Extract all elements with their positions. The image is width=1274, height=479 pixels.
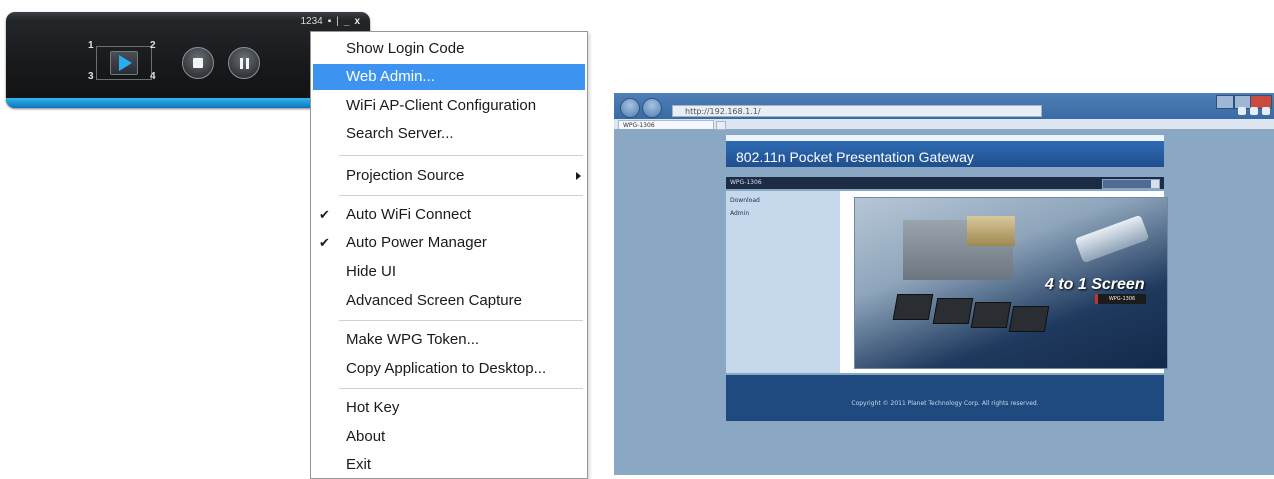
stop-button[interactable] (182, 47, 214, 79)
menu-item-label: Search Server... (346, 125, 454, 142)
laptop-graphic (892, 294, 934, 320)
favorites-icon[interactable] (1250, 107, 1258, 115)
quadrant-1-label[interactable]: 1 (88, 40, 94, 51)
minimize-button[interactable]: _ (344, 16, 350, 27)
close-button[interactable]: x (354, 16, 360, 27)
menu-separator (339, 388, 583, 389)
device-name: WPG-1306 (730, 179, 762, 186)
browser-toolbar-icons (1238, 107, 1270, 115)
pin-icon[interactable]: ▪ (328, 16, 332, 27)
menu-item-advanced-screen-capture[interactable]: Advanced Screen Capture (313, 288, 585, 314)
new-tab-button[interactable] (716, 121, 726, 130)
address-bar[interactable]: http://192.168.1.1/ (672, 105, 1042, 117)
browser-tab[interactable]: WPG-1306 (618, 120, 714, 129)
stop-icon (193, 58, 203, 68)
menu-item-web-admin[interactable]: Web Admin... (313, 64, 585, 90)
menu-item-hide-ui[interactable]: Hide UI (313, 259, 585, 285)
submenu-arrow-icon (576, 172, 581, 180)
pause-button[interactable] (228, 47, 260, 79)
browser-titlebar: http://192.168.1.1/ (614, 93, 1274, 119)
web-admin-page: 802.11n Pocket Presentation Gateway WPG-… (726, 135, 1168, 423)
sidebar: Download Admin (726, 191, 840, 373)
menu-item-label: Advanced Screen Capture (346, 292, 522, 309)
home-icon[interactable] (1238, 107, 1246, 115)
laptop-graphic (970, 302, 1012, 328)
menu-item-show-login-code[interactable]: Show Login Code (313, 36, 585, 62)
menu-item-label: Make WPG Token... (346, 331, 480, 348)
menu-item-label: Show Login Code (346, 40, 465, 57)
tab-strip: WPG-1306 (614, 119, 1274, 130)
menu-item-projection-source[interactable]: Projection Source (313, 163, 585, 189)
menu-item-label: About (346, 428, 386, 445)
product-banner: 4 to 1 Screen WPG-1306 (854, 197, 1168, 369)
menu-separator (339, 320, 583, 321)
menu-item-about[interactable]: About (313, 424, 585, 450)
menu-item-auto-power-manager[interactable]: ✔ Auto Power Manager (313, 230, 585, 256)
play-icon (119, 55, 132, 71)
menu-separator (339, 195, 583, 196)
sidebar-link-admin[interactable]: Admin (730, 210, 836, 217)
menu-item-copy-application-to-desktop[interactable]: Copy Application to Desktop... (313, 356, 585, 382)
split-screen-selector: 1 2 3 4 (84, 38, 162, 86)
menu-item-wifi-ap-client-configuration[interactable]: WiFi AP-Client Configuration (313, 93, 585, 119)
login-code: 1234 (300, 16, 323, 27)
menu-item-label: Auto Power Manager (346, 234, 487, 251)
checkmark-icon: ✔ (319, 207, 330, 222)
menu-item-label: Hot Key (346, 399, 400, 416)
menu-item-label: WiFi AP-Client Configuration (346, 97, 537, 114)
quadrant-4-label[interactable]: 4 (150, 71, 156, 82)
menu-item-label: Projection Source (346, 167, 465, 184)
menu-item-label: Web Admin... (346, 68, 435, 85)
menu-item-label: Copy Application to Desktop... (346, 360, 547, 377)
usb-dongle-graphic (1074, 214, 1150, 264)
browser-window: http://192.168.1.1/ WPG-1306 802.11n Poc… (614, 93, 1274, 475)
laptop-graphic (932, 298, 974, 324)
quadrant-2-label[interactable]: 2 (150, 40, 156, 51)
forward-button[interactable] (642, 98, 662, 118)
menu-separator (339, 155, 583, 156)
menu-item-label: Hide UI (346, 263, 397, 280)
minimize-window-button[interactable] (1216, 95, 1234, 109)
page-footer: Copyright © 2011 Planet Technology Corp.… (726, 375, 1164, 421)
laptop-graphic (1008, 306, 1050, 332)
tools-icon[interactable] (1262, 107, 1270, 115)
menu-item-label: Exit (346, 456, 372, 473)
checkmark-icon: ✔ (319, 235, 330, 250)
building-graphic (967, 216, 1015, 246)
content-area: 4 to 1 Screen WPG-1306 (840, 191, 1168, 373)
context-menu: Show Login Code Web Admin... WiFi AP-Cli… (310, 31, 588, 479)
quadrant-3-label[interactable]: 3 (88, 71, 94, 82)
back-button[interactable] (620, 98, 640, 118)
player-titlebar: 1234 ▪ | _ x (300, 16, 360, 27)
titlebar-separator: | (336, 16, 339, 27)
banner-badge: WPG-1306 (1095, 294, 1146, 304)
device-bar: WPG-1306 (726, 177, 1164, 189)
page-header: 802.11n Pocket Presentation Gateway (726, 135, 1164, 167)
menu-item-exit[interactable]: Exit (313, 452, 585, 478)
play-button[interactable] (110, 51, 138, 75)
chevron-down-icon (1151, 180, 1159, 188)
language-select[interactable] (1102, 179, 1160, 189)
menu-item-auto-wifi-connect[interactable]: ✔ Auto WiFi Connect (313, 202, 585, 228)
pause-icon (239, 57, 249, 69)
menu-item-make-wpg-token[interactable]: Make WPG Token... (313, 327, 585, 353)
menu-item-label: Auto WiFi Connect (346, 206, 472, 223)
sidebar-link-download[interactable]: Download (730, 197, 836, 204)
menu-item-hot-key[interactable]: Hot Key (313, 395, 585, 421)
menu-item-search-server[interactable]: Search Server... (313, 121, 585, 147)
banner-slogan: 4 to 1 Screen (1045, 276, 1145, 293)
